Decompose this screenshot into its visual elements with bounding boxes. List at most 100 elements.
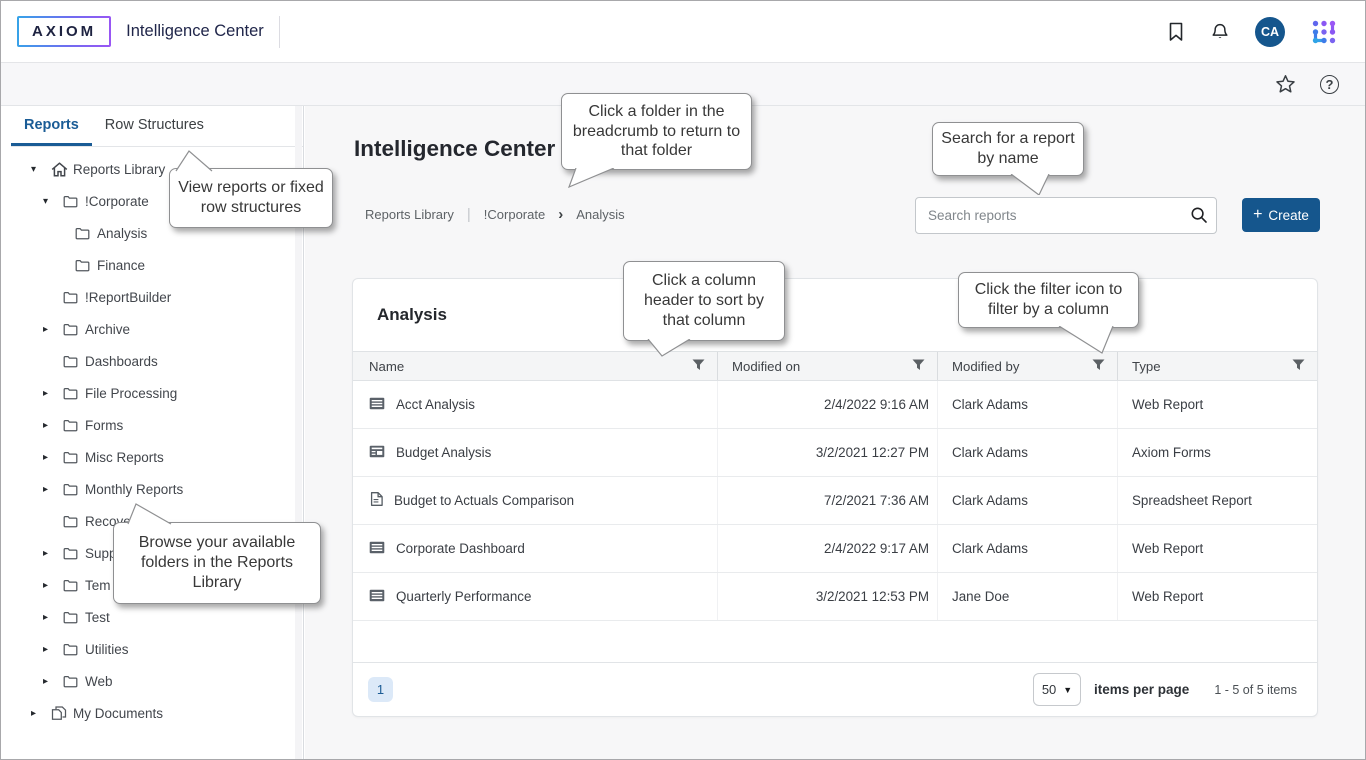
items-range-label: 1 - 5 of 5 items bbox=[1214, 683, 1297, 697]
folder-icon bbox=[63, 483, 85, 496]
filter-funnel-icon[interactable] bbox=[1292, 359, 1305, 374]
tree-item[interactable]: ▸ Forms bbox=[1, 409, 303, 441]
notifications-bell-icon[interactable] bbox=[1211, 23, 1229, 40]
filter-funnel-icon[interactable] bbox=[912, 359, 925, 374]
tree-item[interactable]: ▸ Web bbox=[1, 665, 303, 697]
modified-on-cell: 2/4/2022 9:16 AM bbox=[718, 381, 938, 428]
tree-item-label: Utilities bbox=[85, 642, 129, 657]
favorite-star-icon[interactable] bbox=[1275, 74, 1296, 94]
tree-item-label: Analysis bbox=[97, 226, 147, 241]
breadcrumb-pipe-divider: | bbox=[467, 206, 471, 223]
breadcrumb-item-corporate[interactable]: !Corporate bbox=[484, 207, 545, 222]
modified-on-cell: 3/2/2021 12:27 PM bbox=[718, 429, 938, 476]
web-report-icon bbox=[369, 541, 385, 557]
expand-arrow-icon[interactable]: ▸ bbox=[43, 676, 63, 687]
page-size-value: 50 bbox=[1042, 682, 1056, 697]
expand-arrow-icon[interactable]: ▸ bbox=[43, 388, 63, 399]
breadcrumb-item-analysis[interactable]: Analysis bbox=[576, 207, 624, 222]
pagination-bar: 1 50 ▼ items per page 1 - 5 of 5 items bbox=[353, 662, 1317, 716]
expand-arrow-icon[interactable]: ▾ bbox=[43, 196, 63, 207]
tree-item[interactable]: Dashboards bbox=[1, 345, 303, 377]
tree-item-label: Supp bbox=[85, 546, 117, 561]
table-row[interactable]: Corporate Dashboard 2/4/2022 9:17 AM Cla… bbox=[353, 525, 1317, 573]
folder-icon bbox=[63, 195, 85, 208]
axiom-logo-text: AXIOM bbox=[19, 18, 109, 45]
type-cell: Axiom Forms bbox=[1118, 429, 1317, 476]
table-empty-space bbox=[353, 621, 1317, 662]
expand-arrow-icon[interactable]: ▸ bbox=[43, 324, 63, 335]
tree-item[interactable]: ▸ My Documents bbox=[1, 697, 303, 729]
table-row[interactable]: Budget to Actuals Comparison 7/2/2021 7:… bbox=[353, 477, 1317, 525]
axiom-forms-icon bbox=[369, 445, 385, 461]
application-window: AXIOM Intelligence Center CA bbox=[0, 0, 1366, 760]
app-title: Intelligence Center bbox=[126, 22, 264, 41]
tree-item[interactable]: Finance bbox=[1, 249, 303, 281]
documents-icon bbox=[51, 706, 73, 720]
table-row[interactable]: Budget Analysis 3/2/2021 12:27 PM Clark … bbox=[353, 429, 1317, 477]
create-button[interactable]: + Create bbox=[1242, 198, 1320, 232]
filter-funnel-icon[interactable] bbox=[692, 359, 705, 374]
expand-arrow-icon[interactable]: ▸ bbox=[43, 452, 63, 463]
tree-item[interactable]: ▸ Utilities bbox=[1, 633, 303, 665]
title-divider bbox=[279, 16, 280, 48]
tab-row-structures[interactable]: Row Structures bbox=[92, 106, 217, 146]
callout-search-help: Search for a report by name bbox=[932, 122, 1084, 176]
items-per-page-label: items per page bbox=[1094, 682, 1189, 697]
user-avatar[interactable]: CA bbox=[1255, 17, 1285, 47]
tree-item-label: !ReportBuilder bbox=[85, 290, 171, 305]
folder-icon bbox=[63, 675, 85, 688]
tree-item[interactable]: ▸ Archive bbox=[1, 313, 303, 345]
page-title: Intelligence Center bbox=[354, 136, 555, 162]
bookmark-icon[interactable] bbox=[1167, 22, 1185, 42]
page-size-select[interactable]: 50 ▼ bbox=[1033, 673, 1081, 706]
column-header-type[interactable]: Type bbox=[1118, 352, 1317, 380]
modified-by-cell: Clark Adams bbox=[938, 429, 1118, 476]
callout-filter-help: Click the filter icon to filter by a col… bbox=[958, 272, 1139, 328]
type-cell: Web Report bbox=[1118, 573, 1317, 620]
tree-item-label: Misc Reports bbox=[85, 450, 164, 465]
modified-on-cell: 7/2/2021 7:36 AM bbox=[718, 477, 938, 524]
column-header-modified-on[interactable]: Modified on bbox=[718, 352, 938, 380]
callout-browse-folders: Browse your available folders in the Rep… bbox=[113, 522, 321, 604]
tree-item[interactable]: ▸ Misc Reports bbox=[1, 441, 303, 473]
modified-on-cell: 2/4/2022 9:17 AM bbox=[718, 525, 938, 572]
type-cell: Web Report bbox=[1118, 381, 1317, 428]
apps-grid-icon[interactable] bbox=[1311, 19, 1337, 45]
web-report-icon bbox=[369, 397, 385, 413]
tree-item-label: Reports Library bbox=[73, 162, 165, 177]
tree-item[interactable]: ▸ Monthly Reports bbox=[1, 473, 303, 505]
search-icon[interactable] bbox=[1190, 206, 1208, 229]
column-header-label: Modified by bbox=[952, 359, 1019, 374]
expand-arrow-icon[interactable]: ▸ bbox=[43, 612, 63, 623]
search-input[interactable] bbox=[915, 197, 1217, 234]
folder-icon bbox=[63, 611, 85, 624]
tab-reports[interactable]: Reports bbox=[11, 106, 92, 146]
expand-arrow-icon[interactable]: ▸ bbox=[43, 420, 63, 431]
expand-arrow-icon[interactable]: ▸ bbox=[43, 644, 63, 655]
expand-arrow-icon[interactable]: ▾ bbox=[31, 164, 51, 175]
chevron-down-icon: ▼ bbox=[1063, 685, 1072, 695]
table-row[interactable]: Acct Analysis 2/4/2022 9:16 AM Clark Ada… bbox=[353, 381, 1317, 429]
sidebar-tabs: Reports Row Structures bbox=[11, 106, 303, 147]
tree-item-label: !Corporate bbox=[85, 194, 149, 209]
column-header-modified-by[interactable]: Modified by bbox=[938, 352, 1118, 380]
web-report-icon bbox=[369, 589, 385, 605]
expand-arrow-icon[interactable]: ▸ bbox=[43, 484, 63, 495]
tree-item-label: My Documents bbox=[73, 706, 163, 721]
tree-item[interactable]: !ReportBuilder bbox=[1, 281, 303, 313]
breadcrumb-item-reports-library[interactable]: Reports Library bbox=[365, 207, 454, 222]
tree-item[interactable]: ▸ Test bbox=[1, 601, 303, 633]
help-icon[interactable]: ? bbox=[1320, 75, 1339, 94]
tree-item-label: Tem bbox=[85, 578, 111, 593]
filter-funnel-icon[interactable] bbox=[1092, 359, 1105, 374]
page-number-button[interactable]: 1 bbox=[368, 677, 393, 702]
expand-arrow-icon[interactable]: ▸ bbox=[31, 708, 51, 719]
modified-by-cell: Clark Adams bbox=[938, 477, 1118, 524]
tree-item[interactable]: ▸ File Processing bbox=[1, 377, 303, 409]
tree-item-label: Test bbox=[85, 610, 110, 625]
expand-arrow-icon[interactable]: ▸ bbox=[43, 548, 63, 559]
main-content: Intelligence Center Reports Library | !C… bbox=[305, 106, 1365, 759]
table-row[interactable]: Quarterly Performance 3/2/2021 12:53 PM … bbox=[353, 573, 1317, 621]
report-name: Budget Analysis bbox=[396, 445, 491, 460]
expand-arrow-icon[interactable]: ▸ bbox=[43, 580, 63, 591]
